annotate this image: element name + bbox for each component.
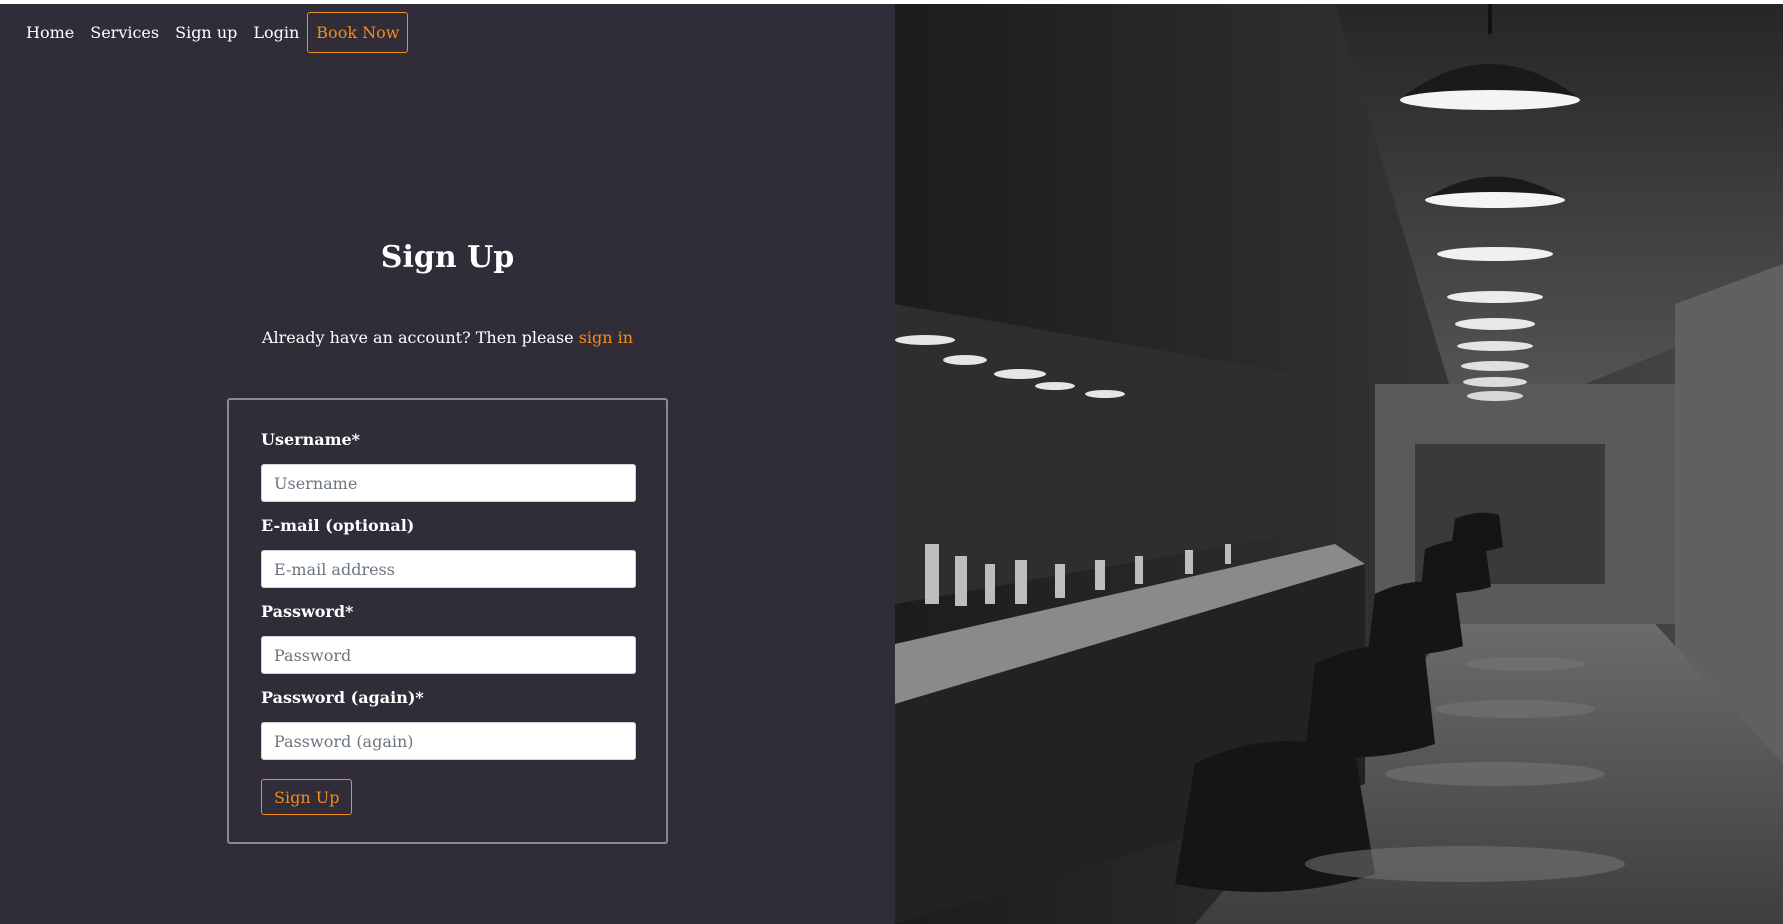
nav-login-link[interactable]: Login — [245, 15, 307, 50]
page: Home Services Sign up Login Book Now Sig… — [0, 4, 1783, 924]
nav-home-link[interactable]: Home — [18, 15, 82, 50]
password-again-input[interactable] — [261, 722, 636, 760]
page-title: Sign Up — [380, 240, 515, 275]
username-label: Username* — [261, 430, 361, 449]
email-input[interactable] — [261, 550, 636, 588]
signup-submit-button[interactable]: Sign Up — [261, 779, 353, 815]
signin-prompt-text: Already have an account? Then please — [261, 328, 579, 347]
signin-link[interactable]: sign in — [579, 328, 633, 347]
hero-image — [895, 4, 1783, 924]
password-input[interactable] — [261, 636, 636, 674]
email-label: E-mail (optional) — [261, 516, 415, 535]
username-input[interactable] — [261, 464, 636, 502]
password-label: Password* — [261, 602, 354, 621]
barbershop-interior-photo — [895, 4, 1783, 924]
signin-prompt: Already have an account? Then please sig… — [0, 328, 895, 347]
signup-panel: Home Services Sign up Login Book Now Sig… — [0, 4, 895, 924]
password-again-label: Password (again)* — [261, 688, 424, 707]
top-navbar: Home Services Sign up Login Book Now — [18, 12, 409, 53]
nav-services-link[interactable]: Services — [82, 15, 167, 50]
book-now-button[interactable]: Book Now — [307, 12, 409, 53]
nav-signup-link[interactable]: Sign up — [167, 15, 245, 50]
signup-form: Username* E-mail (optional) Password* Pa… — [227, 398, 668, 844]
